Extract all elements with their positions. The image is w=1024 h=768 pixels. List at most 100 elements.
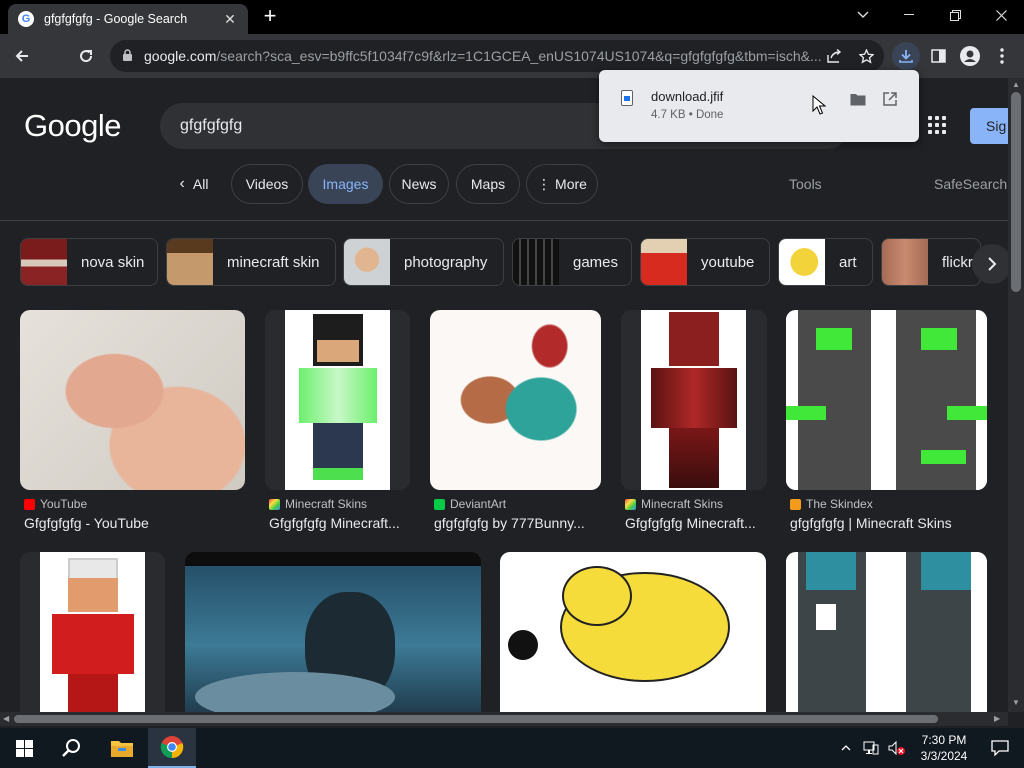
new-tab-button[interactable]: +	[258, 4, 282, 30]
filter-more[interactable]: ⋮ More	[526, 164, 598, 204]
show-in-folder-icon[interactable]	[849, 90, 867, 108]
result-source: YouTube	[40, 497, 88, 511]
bookmark-star-icon[interactable]	[856, 46, 876, 66]
close-tab-icon[interactable]: ✕	[222, 11, 238, 28]
mouse-cursor-icon	[812, 95, 826, 115]
minimize-button[interactable]	[886, 0, 932, 30]
horizontal-scrollbar[interactable]: ◀ ▶	[0, 712, 1008, 726]
show-hidden-icons-chevron-up-icon[interactable]	[834, 728, 858, 768]
tools-button[interactable]: Tools	[789, 176, 822, 192]
volume-muted-icon[interactable]	[884, 728, 910, 768]
scroll-up-icon[interactable]: ▲	[1012, 80, 1020, 89]
horizontal-scroll-thumb[interactable]	[14, 715, 938, 723]
taskbar-clock[interactable]: 7:30 PM 3/3/2024	[912, 732, 976, 764]
profile-avatar-icon[interactable]	[956, 42, 984, 70]
image-result[interactable]	[500, 552, 766, 712]
lock-icon[interactable]	[122, 49, 136, 63]
chrome-taskbar-icon[interactable]	[148, 728, 196, 768]
result-title[interactable]: Gfgfgfgfg Minecraft...	[269, 515, 409, 531]
scroll-right-icon[interactable]: ▶	[994, 714, 1000, 723]
image-file-icon	[621, 90, 633, 106]
vertical-scrollbar[interactable]: ▲ ▼	[1008, 78, 1024, 712]
related-thumbnail	[882, 239, 928, 285]
result-thumbnail[interactable]	[265, 310, 410, 490]
url-text: google.com/search?sca_esv=b9ffc5f1034f7c…	[144, 48, 822, 64]
result-source: Minecraft Skins	[285, 497, 368, 511]
download-filename[interactable]: download.jfif	[651, 89, 723, 104]
share-icon[interactable]	[824, 46, 844, 66]
filter-maps[interactable]: Maps	[456, 164, 520, 204]
side-panel-icon[interactable]	[924, 42, 952, 70]
windows-taskbar: 7:30 PM 3/3/2024	[0, 728, 1024, 768]
filter-news[interactable]: News	[389, 164, 449, 204]
result-title[interactable]: Gfgfgfgfg Minecraft...	[625, 515, 765, 531]
result-source: DeviantArt	[450, 497, 507, 511]
download-status: 4.7 KB • Done	[651, 109, 724, 121]
result-title[interactable]: Gfgfgfgfg - YouTube	[24, 515, 244, 531]
image-result[interactable]: DeviantArt gfgfgfgfg by 777Bunny...	[430, 310, 602, 540]
filter-all[interactable]: ‹ All	[168, 164, 220, 204]
address-bar[interactable]: google.com/search?sca_esv=b9ffc5f1034f7c…	[110, 40, 884, 72]
google-favicon-icon: G	[18, 11, 34, 27]
chevron-right-icon[interactable]	[972, 244, 1012, 284]
image-result[interactable]	[185, 552, 481, 712]
result-thumbnail[interactable]	[185, 552, 481, 712]
filter-videos[interactable]: Videos	[231, 164, 303, 204]
browser-tab[interactable]: G gfgfgfgfg - Google Search ✕	[8, 4, 248, 34]
result-title[interactable]: gfgfgfgfg | Minecraft Skins	[790, 515, 986, 531]
more-vert-icon: ⋮	[537, 175, 552, 192]
google-apps-icon[interactable]	[928, 116, 946, 134]
result-thumbnail[interactable]	[20, 310, 245, 490]
open-external-icon[interactable]	[881, 90, 899, 108]
safesearch-button[interactable]: SafeSearch	[934, 176, 1007, 192]
tab-strip: G gfgfgfgfg - Google Search ✕ +	[0, 0, 1024, 34]
reload-button[interactable]	[72, 42, 100, 70]
downloads-button[interactable]	[892, 42, 920, 70]
image-result[interactable]	[20, 552, 165, 712]
scroll-left-icon[interactable]: ◀	[3, 714, 9, 723]
related-chip-flickr[interactable]: flickr	[881, 238, 981, 286]
related-chip-youtube[interactable]: youtube	[640, 238, 770, 286]
result-thumbnail[interactable]	[786, 552, 987, 712]
result-thumbnail[interactable]	[621, 310, 767, 490]
network-icon[interactable]	[858, 728, 884, 768]
related-thumbnail	[21, 239, 67, 285]
chevron-left-icon: ‹	[179, 175, 185, 192]
result-thumbnail[interactable]	[430, 310, 601, 490]
search-icon[interactable]	[48, 728, 96, 768]
deviantart-source-icon	[434, 498, 445, 510]
filter-images[interactable]: Images	[308, 164, 383, 204]
vertical-scroll-thumb[interactable]	[1011, 92, 1021, 292]
related-chip-art[interactable]: art	[778, 238, 873, 286]
download-bubble: download.jfif 4.7 KB • Done	[599, 70, 919, 142]
restore-button[interactable]	[932, 0, 978, 30]
skindex-source-icon	[790, 498, 801, 510]
result-thumbnail[interactable]	[20, 552, 165, 712]
back-button[interactable]	[8, 42, 36, 70]
related-thumbnail	[167, 239, 213, 285]
tab-search-chevron-down-icon[interactable]	[840, 0, 886, 30]
related-chip-games[interactable]: games	[512, 238, 632, 286]
header-divider	[0, 220, 1010, 221]
result-thumbnail[interactable]	[786, 310, 987, 490]
result-thumbnail[interactable]	[500, 552, 766, 712]
scroll-down-icon[interactable]: ▼	[1012, 698, 1020, 707]
image-result[interactable]: The Skindex gfgfgfgfg | Minecraft Skins	[786, 310, 988, 540]
notifications-icon[interactable]	[976, 728, 1024, 768]
image-result[interactable]: Minecraft Skins Gfgfgfgfg Minecraft...	[621, 310, 767, 540]
image-result[interactable]	[786, 552, 988, 712]
image-result[interactable]: Minecraft Skins Gfgfgfgfg Minecraft...	[265, 310, 410, 540]
related-chip-minecraft-skin[interactable]: minecraft skin	[166, 238, 336, 286]
clock-time: 7:30 PM	[921, 733, 967, 747]
result-title[interactable]: gfgfgfgfg by 777Bunny...	[434, 515, 600, 531]
related-chip-nova-skin[interactable]: nova skin	[20, 238, 158, 286]
close-window-button[interactable]	[978, 0, 1024, 30]
file-explorer-icon[interactable]	[98, 728, 146, 768]
chrome-menu-icon[interactable]	[988, 42, 1016, 70]
related-thumbnail	[779, 239, 825, 285]
related-chip-photography[interactable]: photography	[343, 238, 504, 286]
image-result[interactable]: YouTube Gfgfgfgfg - YouTube	[20, 310, 246, 540]
tab-title: gfgfgfgfg - Google Search	[44, 12, 188, 26]
google-logo[interactable]: Google	[24, 108, 121, 144]
windows-start-icon[interactable]	[0, 728, 48, 768]
